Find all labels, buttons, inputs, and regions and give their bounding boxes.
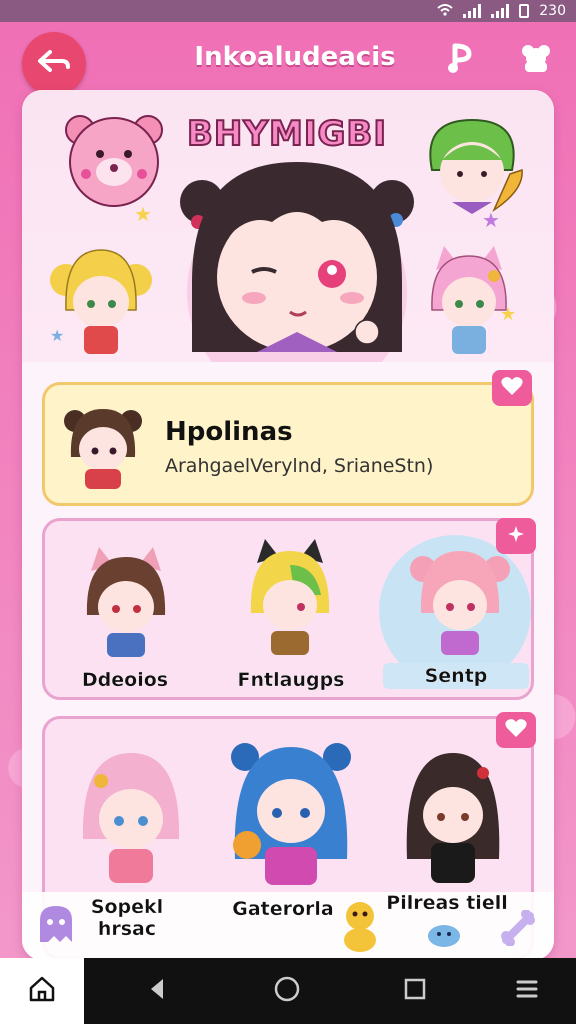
character-label-4: Sopekl hrsac bbox=[90, 896, 164, 940]
character-card-3[interactable] bbox=[405, 535, 515, 665]
main-card: BHYMIGBI ★ ★ ★ ★ Hpolinas ArahgaelVeryln… bbox=[22, 90, 554, 960]
pink-bear-sticker[interactable] bbox=[58, 104, 168, 218]
home-tab[interactable] bbox=[0, 958, 84, 1024]
blonde-character-sticker[interactable] bbox=[46, 240, 156, 364]
star-icon: ★ bbox=[500, 304, 517, 325]
character-label-2: Fntlaugps bbox=[237, 669, 345, 691]
nav-back-button[interactable] bbox=[142, 976, 172, 1006]
star-icon: ★ bbox=[50, 326, 65, 345]
star-icon: ★ bbox=[134, 202, 152, 226]
status-bar: 230 bbox=[0, 0, 576, 22]
character-card-5[interactable] bbox=[221, 729, 361, 893]
signal-icon bbox=[463, 4, 482, 18]
bone-icon bbox=[500, 909, 536, 950]
page-title: Inkoaludeacis bbox=[194, 42, 396, 72]
heart-icon bbox=[505, 718, 527, 742]
character-label-5: Gaterorla bbox=[232, 898, 334, 920]
character-label-1: Ddeoios bbox=[81, 669, 169, 691]
nav-recents-button[interactable] bbox=[400, 976, 430, 1006]
back-arrow-icon bbox=[36, 49, 72, 79]
signal-icon-2 bbox=[491, 4, 510, 18]
sparkle-icon bbox=[508, 526, 524, 546]
sparkle-button[interactable] bbox=[496, 518, 536, 554]
character-card-2[interactable] bbox=[235, 535, 345, 665]
back-triangle-icon bbox=[147, 977, 167, 1005]
character-label-6: Pilreas tiell bbox=[386, 892, 508, 914]
wifi-icon bbox=[437, 3, 453, 19]
system-nav-bar bbox=[0, 958, 576, 1024]
profile-card[interactable]: Hpolinas ArahgaelVerylnd, SrianeStn) bbox=[42, 382, 534, 506]
green-character-sticker[interactable] bbox=[412, 110, 532, 224]
pink-cat-character-sticker[interactable] bbox=[414, 240, 524, 364]
blob-icon bbox=[426, 920, 462, 952]
menu-icon bbox=[514, 976, 540, 1006]
favorite-button[interactable] bbox=[492, 370, 532, 406]
battery-icon bbox=[519, 4, 530, 18]
music-note-button[interactable] bbox=[442, 40, 482, 80]
character-grid-1: Ddeoios Fntlaugps Sentp bbox=[42, 518, 534, 700]
app-header: Inkoaludeacis bbox=[0, 22, 576, 96]
duck-icon bbox=[338, 898, 382, 958]
plushie-button[interactable] bbox=[516, 40, 556, 80]
status-time: 230 bbox=[539, 3, 566, 19]
character-label-strip: Sopekl hrsac Gaterorla Pilreas tiell bbox=[22, 892, 554, 960]
profile-subtitle: ArahgaelVerylnd, SrianeStn) bbox=[165, 455, 434, 477]
hero-banner: BHYMIGBI ★ ★ ★ ★ bbox=[22, 90, 554, 402]
profile-avatar bbox=[59, 399, 147, 493]
character-card-1[interactable] bbox=[71, 541, 181, 665]
favorite-button-2[interactable] bbox=[496, 712, 536, 748]
character-label-3[interactable]: Sentp bbox=[383, 663, 529, 689]
heart-icon bbox=[501, 376, 523, 400]
back-button[interactable] bbox=[22, 32, 86, 96]
home-icon bbox=[27, 974, 57, 1008]
home-circle-icon bbox=[273, 975, 301, 1007]
character-card-6[interactable] bbox=[393, 739, 513, 893]
profile-name: Hpolinas bbox=[165, 417, 293, 447]
character-card-4[interactable] bbox=[71, 739, 191, 893]
plushie-icon bbox=[519, 42, 553, 78]
main-character-portrait[interactable] bbox=[162, 142, 432, 402]
music-note-icon bbox=[447, 42, 477, 78]
recents-square-icon bbox=[403, 977, 427, 1005]
nav-home-button[interactable] bbox=[272, 976, 302, 1006]
nav-menu-button[interactable] bbox=[512, 976, 542, 1006]
star-icon: ★ bbox=[482, 208, 500, 232]
